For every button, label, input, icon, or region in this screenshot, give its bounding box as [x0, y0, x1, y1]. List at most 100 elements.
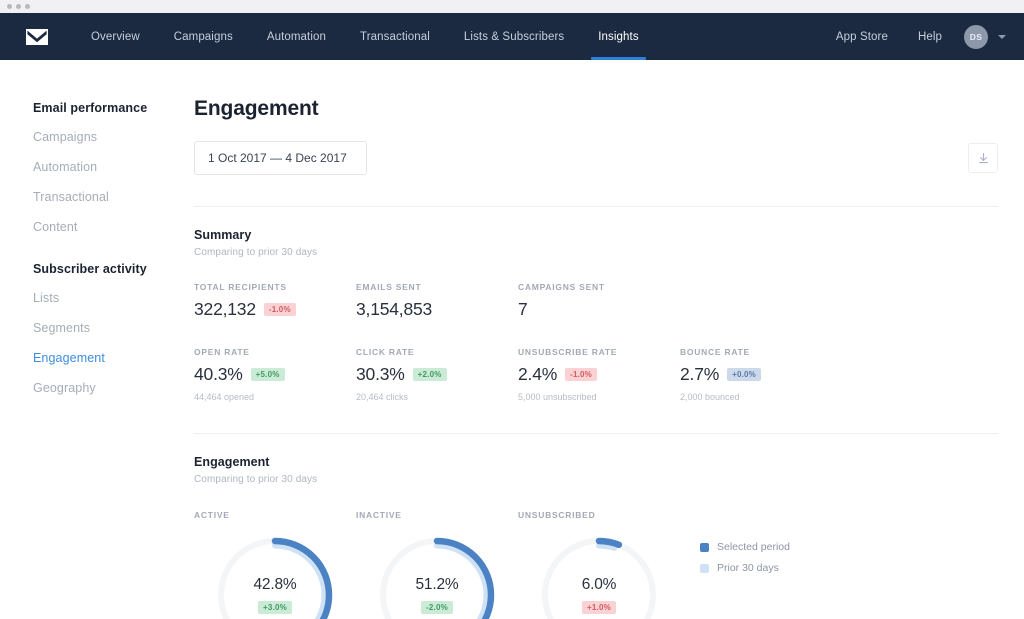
donut-chart-unsubscribed: 6.0% +1.0% [537, 533, 661, 619]
nav-item-label: Transactional [360, 31, 430, 43]
metric-label: UNSUBSCRIBE RATE [518, 347, 680, 357]
nav-item-insights[interactable]: Insights [581, 13, 655, 60]
metric-footnote: 2,000 bounced [680, 392, 842, 402]
nav-item-overview[interactable]: Overview [74, 13, 157, 60]
donut-value: 51.2% [416, 576, 459, 594]
sidebar-item-segments[interactable]: Segments [33, 321, 194, 335]
metric-value: 3,154,853 [356, 299, 432, 320]
legend-label: Selected period [717, 541, 790, 553]
status-badge: -1.0% [264, 303, 296, 316]
main-content: Engagement 1 Oct 2017 — 4 Dec 2017 Summa… [194, 60, 1024, 619]
summary-title: Summary [194, 228, 998, 242]
donut-value: 6.0% [582, 576, 617, 594]
nav-item-label: Overview [91, 31, 140, 43]
donut-label-unsubscribed: UNSUBSCRIBED [518, 510, 680, 520]
legend-swatch [700, 543, 709, 552]
metric-label: TOTAL RECIPIENTS [194, 282, 356, 292]
status-badge: +5.0% [251, 368, 285, 381]
donut-chart-inactive: 51.2% -2.0% [375, 533, 499, 619]
date-range-picker[interactable]: 1 Oct 2017 — 4 Dec 2017 [194, 141, 367, 175]
metric-footnote: 5,000 unsubscribed [518, 392, 680, 402]
content-toolbar: 1 Oct 2017 — 4 Dec 2017 [194, 141, 998, 175]
sidebar-item-engagement[interactable]: Engagement [33, 351, 194, 365]
nav-item-app-store[interactable]: App Store [822, 31, 902, 43]
download-icon [977, 152, 990, 165]
metric-label: CAMPAIGNS SENT [518, 282, 680, 292]
nav-item-label: App Store [836, 31, 888, 43]
metric-label: BOUNCE RATE [680, 347, 842, 357]
legend-item-prior-30-days: Prior 30 days [700, 562, 790, 574]
secondary-nav: App Store Help DS [822, 13, 1006, 60]
chevron-down-icon[interactable] [998, 35, 1006, 39]
window-maximize-dot[interactable] [25, 4, 30, 9]
status-badge: -2.0% [421, 601, 453, 614]
donut-labels-row: ACTIVE INACTIVE UNSUBSCRIBED [194, 510, 998, 527]
metric-value: 2.4% [518, 364, 557, 385]
legend-item-selected-period: Selected period [700, 541, 790, 553]
metric-emails-sent: EMAILS SENT 3,154,853 [356, 282, 518, 320]
sidebar-group-title-subscriber-activity: Subscriber activity [33, 262, 194, 276]
nav-item-campaigns[interactable]: Campaigns [157, 13, 250, 60]
donut-chart-active: 42.8% +3.0% [213, 533, 337, 619]
sidebar-item-lists[interactable]: Lists [33, 291, 194, 305]
sidebar: Email performance Campaigns Automation T… [0, 60, 194, 619]
metric-bounce-rate: BOUNCE RATE 2.7% +0.0% 2,000 bounced [680, 347, 842, 402]
legend-swatch [700, 564, 709, 573]
metric-label: CLICK RATE [356, 347, 518, 357]
engagement-section: Engagement Comparing to prior 30 days AC… [194, 434, 998, 619]
metric-open-rate: OPEN RATE 40.3% +5.0% 44,464 opened [194, 347, 356, 402]
page-title: Engagement [194, 97, 998, 121]
status-badge: +0.0% [727, 368, 761, 381]
nav-item-help[interactable]: Help [904, 31, 956, 43]
summary-metrics-row-2: OPEN RATE 40.3% +5.0% 44,464 opened CLIC… [194, 347, 998, 402]
metric-total-recipients: TOTAL RECIPIENTS 322,132 -1.0% [194, 282, 356, 320]
page-body: Email performance Campaigns Automation T… [0, 60, 1024, 619]
nav-item-label: Help [918, 31, 942, 43]
window-minimize-dot[interactable] [16, 4, 21, 9]
sidebar-item-transactional[interactable]: Transactional [33, 190, 194, 204]
status-badge: -1.0% [565, 368, 597, 381]
window-close-dot[interactable] [7, 4, 12, 9]
donut-cell-unsubscribed: 6.0% +1.0% [518, 533, 680, 619]
window-title-bar [0, 0, 1024, 13]
sidebar-group-title-email-performance: Email performance [33, 101, 194, 115]
metric-click-rate: CLICK RATE 30.3% +2.0% 20,464 clicks [356, 347, 518, 402]
donut-label-active: ACTIVE [194, 510, 356, 520]
metric-unsubscribe-rate: UNSUBSCRIBE RATE 2.4% -1.0% 5,000 unsubs… [518, 347, 680, 402]
summary-subtitle: Comparing to prior 30 days [194, 247, 998, 258]
status-badge: +3.0% [258, 601, 292, 614]
donut-cell-inactive: 51.2% -2.0% [356, 533, 518, 619]
sidebar-item-automation[interactable]: Automation [33, 160, 194, 174]
donut-cell-active: 42.8% +3.0% [194, 533, 356, 619]
nav-item-label: Automation [267, 31, 326, 43]
primary-nav: Overview Campaigns Automation Transactio… [26, 13, 656, 60]
status-badge: +1.0% [582, 601, 616, 614]
nav-item-label: Campaigns [174, 31, 233, 43]
donut-center-label: 51.2% -2.0% [375, 533, 499, 619]
metric-value: 7 [518, 299, 528, 320]
metric-footnote: 44,464 opened [194, 392, 356, 402]
top-navigation-bar: Overview Campaigns Automation Transactio… [0, 13, 1024, 60]
sidebar-item-campaigns[interactable]: Campaigns [33, 130, 194, 144]
summary-metrics-row-1: TOTAL RECIPIENTS 322,132 -1.0% EMAILS SE… [194, 282, 998, 320]
metric-value: 40.3% [194, 364, 243, 385]
nav-item-automation[interactable]: Automation [250, 13, 343, 60]
nav-item-label: Lists & Subscribers [464, 31, 564, 43]
nav-item-transactional[interactable]: Transactional [343, 13, 447, 60]
engagement-title: Engagement [194, 455, 998, 469]
metric-value: 322,132 [194, 299, 256, 320]
nav-item-lists-subscribers[interactable]: Lists & Subscribers [447, 13, 581, 60]
donut-center-label: 42.8% +3.0% [213, 533, 337, 619]
donut-value: 42.8% [254, 576, 297, 594]
avatar[interactable]: DS [964, 25, 988, 49]
nav-item-label: Insights [598, 31, 638, 43]
summary-section: Summary Comparing to prior 30 days TOTAL… [194, 207, 998, 402]
sidebar-item-geography[interactable]: Geography [33, 381, 194, 395]
donut-center-label: 6.0% +1.0% [537, 533, 661, 619]
status-badge: +2.0% [413, 368, 447, 381]
metric-label: OPEN RATE [194, 347, 356, 357]
download-button[interactable] [968, 143, 998, 173]
sidebar-item-content[interactable]: Content [33, 220, 194, 234]
app-logo[interactable] [26, 13, 74, 60]
avatar-initials: DS [970, 32, 982, 42]
